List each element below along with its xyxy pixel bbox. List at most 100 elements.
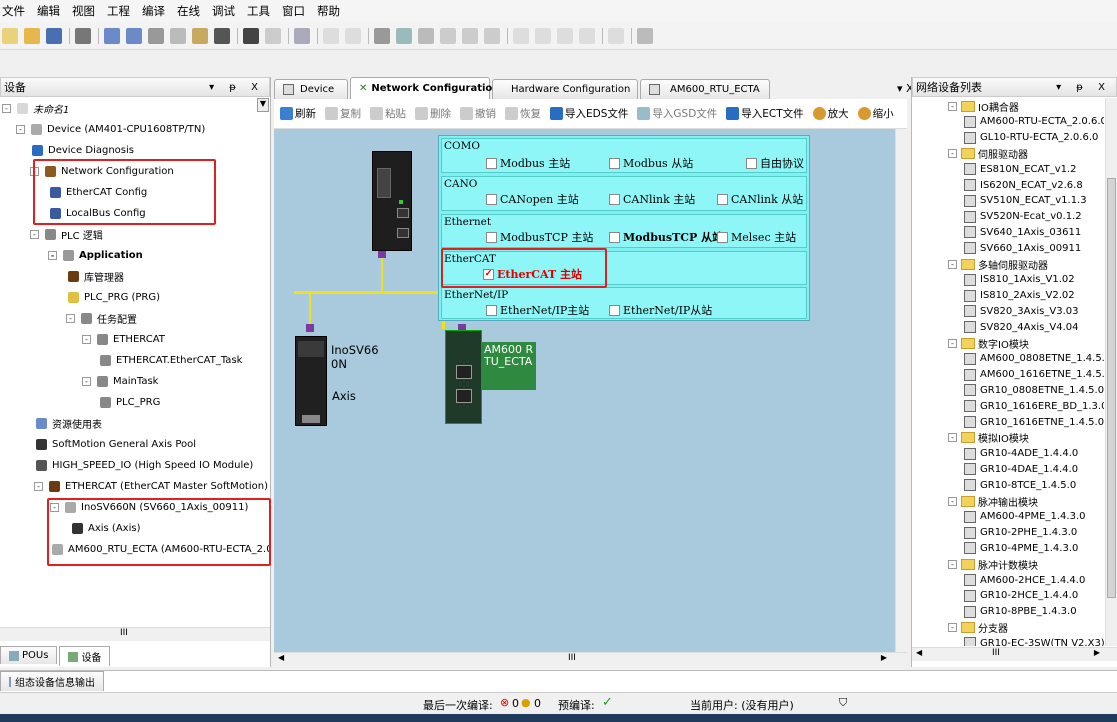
- device-entry-8[interactable]: SV640_1Axis_03611: [964, 224, 1081, 240]
- refresh-button[interactable]: 刷新: [280, 106, 316, 121]
- device-category-10[interactable]: - 多轴伺服驱动器: [948, 256, 1048, 272]
- run-icon[interactable]: [440, 27, 456, 44]
- canlink-master[interactable]: CANlink 主站: [609, 191, 695, 207]
- menu-item-3[interactable]: 工程: [107, 3, 130, 19]
- device-list-controls[interactable]: ▾ ᵽ X: [1056, 82, 1111, 93]
- copy-icon[interactable]: [170, 27, 186, 44]
- expand-toggle[interactable]: -: [50, 502, 59, 512]
- menu-item-4[interactable]: 编译: [142, 3, 165, 19]
- device-entry-28[interactable]: GR10-4PME_1.4.3.0: [964, 540, 1078, 556]
- paste-icon[interactable]: [192, 27, 208, 44]
- tree-item-12[interactable]: ETHERCAT.EtherCAT_Task: [98, 352, 242, 368]
- collapse-toggle[interactable]: -: [948, 622, 957, 632]
- tree-item-5[interactable]: LocalBus Config: [48, 205, 146, 221]
- panel-controls[interactable]: ▾ ᵽ X: [209, 82, 264, 93]
- tree-item-4[interactable]: EtherCAT Config: [48, 184, 147, 200]
- device-entry-5[interactable]: IS620N_ECAT_v2.6.8: [964, 177, 1083, 193]
- undo-button[interactable]: 撤销: [460, 106, 496, 121]
- login-icon[interactable]: [396, 27, 412, 44]
- device-entry-2[interactable]: GL10-RTU-ECTA_2.0.6.0: [964, 130, 1098, 146]
- device-entry-9[interactable]: SV660_1Axis_00911: [964, 240, 1081, 256]
- stop-icon[interactable]: [462, 27, 478, 44]
- tab-config-output[interactable]: 组态设备信息输出: [0, 671, 104, 691]
- print-icon[interactable]: [75, 27, 91, 44]
- expand-toggle[interactable]: -: [34, 481, 43, 491]
- tree-item-19[interactable]: - InoSV660N (SV660_1Axis_00911): [50, 499, 248, 515]
- expand-toggle[interactable]: -: [66, 313, 75, 323]
- tree-item-14[interactable]: PLC_PRG: [98, 394, 160, 410]
- tab-devices[interactable]: 设备: [59, 646, 111, 666]
- tab-device[interactable]: Device: [274, 79, 348, 99]
- build-icon[interactable]: [374, 27, 390, 44]
- ethernetip-slave[interactable]: EtherNet/IP从站: [609, 302, 712, 318]
- device-category-21[interactable]: - 模拟IO模块: [948, 430, 1029, 446]
- step-into-icon[interactable]: [535, 27, 551, 44]
- canvas-vertical-scrollbar[interactable]: [895, 129, 907, 652]
- melsec-master[interactable]: Melsec 主站: [717, 229, 796, 245]
- tree-item-18[interactable]: - ETHERCAT (EtherCAT Master SoftMotion): [34, 478, 268, 494]
- device-category-25[interactable]: - 脉冲输出模块: [948, 493, 1038, 509]
- tree-item-2[interactable]: Device Diagnosis: [30, 142, 134, 158]
- expand-toggle[interactable]: -: [30, 229, 39, 239]
- delete-button[interactable]: 删除: [415, 106, 451, 121]
- device-category-29[interactable]: - 脉冲计数模块: [948, 556, 1038, 572]
- menu-item-6[interactable]: 调试: [212, 3, 235, 19]
- canopen-master[interactable]: CANopen 主站: [486, 191, 579, 207]
- breakpoint-icon[interactable]: [579, 27, 595, 44]
- collapse-toggle[interactable]: -: [948, 559, 957, 569]
- device-entry-34[interactable]: GR10-EC-3SW(TN V2.X3): [964, 635, 1104, 646]
- tab-am600-rtu-ecta[interactable]: AM600_RTU_ECTA: [640, 79, 770, 99]
- add-device-icon[interactable]: [345, 27, 361, 44]
- collapse-toggle[interactable]: -: [948, 101, 957, 111]
- como-modbus-master[interactable]: Modbus 主站: [486, 155, 570, 171]
- device-list-hscrollbar[interactable]: ◀ III ▶: [912, 647, 1117, 661]
- horizontal-scrollbar[interactable]: III: [0, 627, 270, 641]
- zoom-out-button[interactable]: 缩小: [857, 106, 894, 121]
- tree-item-21[interactable]: AM600_RTU_ECTA (AM600-RTU-ECTA_2.0.6.0): [50, 541, 270, 557]
- collapse-toggle[interactable]: -: [948, 496, 957, 506]
- device-entry-6[interactable]: SV510N_ECAT_v1.1.3: [964, 193, 1087, 209]
- menu-item-2[interactable]: 视图: [72, 3, 95, 19]
- como-free-protocol[interactable]: 自由协议: [746, 155, 804, 171]
- device-entry-31[interactable]: GR10-2HCE_1.4.4.0: [964, 588, 1078, 604]
- replace-icon[interactable]: [265, 27, 281, 44]
- device-entry-23[interactable]: GR10-4DAE_1.4.4.0: [964, 461, 1078, 477]
- device-entry-11[interactable]: IS810_1Axis_V1.02: [964, 272, 1075, 288]
- tree-item-3[interactable]: - Network Configuration: [30, 163, 174, 179]
- tab-pous[interactable]: POUs: [0, 646, 58, 664]
- device-category-33[interactable]: - 分支器: [948, 619, 1008, 635]
- reset-icon[interactable]: [484, 27, 500, 44]
- import-eds-button[interactable]: 导入EDS文件: [550, 106, 628, 121]
- device-entry-14[interactable]: SV820_4Axis_V4.04: [964, 319, 1079, 335]
- expand-toggle[interactable]: -: [82, 376, 91, 386]
- device-entry-17[interactable]: AM600_1616ETNE_1.4.5.0: [964, 367, 1104, 383]
- tree-item-0[interactable]: - 未命名1: [2, 100, 69, 116]
- device-entry-7[interactable]: SV520N-Ecat_v0.1.2: [964, 209, 1082, 225]
- device-category-3[interactable]: - 伺服驱动器: [948, 145, 1028, 161]
- device-entry-27[interactable]: GR10-2PHE_1.4.3.0: [964, 525, 1077, 541]
- add-object-icon[interactable]: [323, 27, 339, 44]
- modbustcp-slave[interactable]: ModbusTCP 从站: [609, 229, 723, 245]
- paste-button[interactable]: 粘贴: [370, 106, 406, 121]
- canvas-horizontal-scrollbar[interactable]: ◀ III ▶: [274, 652, 907, 666]
- device-entry-26[interactable]: AM600-4PME_1.4.3.0: [964, 509, 1086, 525]
- collapse-toggle[interactable]: -: [948, 433, 957, 443]
- tree-item-16[interactable]: SoftMotion General Axis Pool: [34, 436, 196, 452]
- device-entry-20[interactable]: GR10_1616ETNE_1.4.5.0: [964, 414, 1104, 430]
- copy-button[interactable]: 复制: [325, 106, 361, 121]
- logout-icon[interactable]: [418, 27, 434, 44]
- plc-device-image[interactable]: [372, 151, 412, 251]
- tree-dropdown-button[interactable]: ▼: [257, 98, 269, 112]
- import-gsd-button[interactable]: 导入GSD文件: [637, 106, 717, 121]
- device-entry-16[interactable]: AM600_0808ETNE_1.4.5.0: [964, 351, 1104, 367]
- grid-icon[interactable]: [637, 27, 653, 44]
- tree-item-7[interactable]: - Application: [48, 247, 143, 263]
- next-icon[interactable]: [608, 27, 624, 44]
- device-entry-13[interactable]: SV820_3Axis_V3.03: [964, 303, 1079, 319]
- rtu-device-image[interactable]: [445, 330, 482, 424]
- device-list-scrollbar[interactable]: [1105, 98, 1117, 646]
- menu-item-8[interactable]: 窗口: [282, 3, 305, 19]
- device-entry-30[interactable]: AM600-2HCE_1.4.4.0: [964, 572, 1085, 588]
- redo-icon[interactable]: [126, 27, 142, 44]
- menu-item-7[interactable]: 工具: [247, 3, 270, 19]
